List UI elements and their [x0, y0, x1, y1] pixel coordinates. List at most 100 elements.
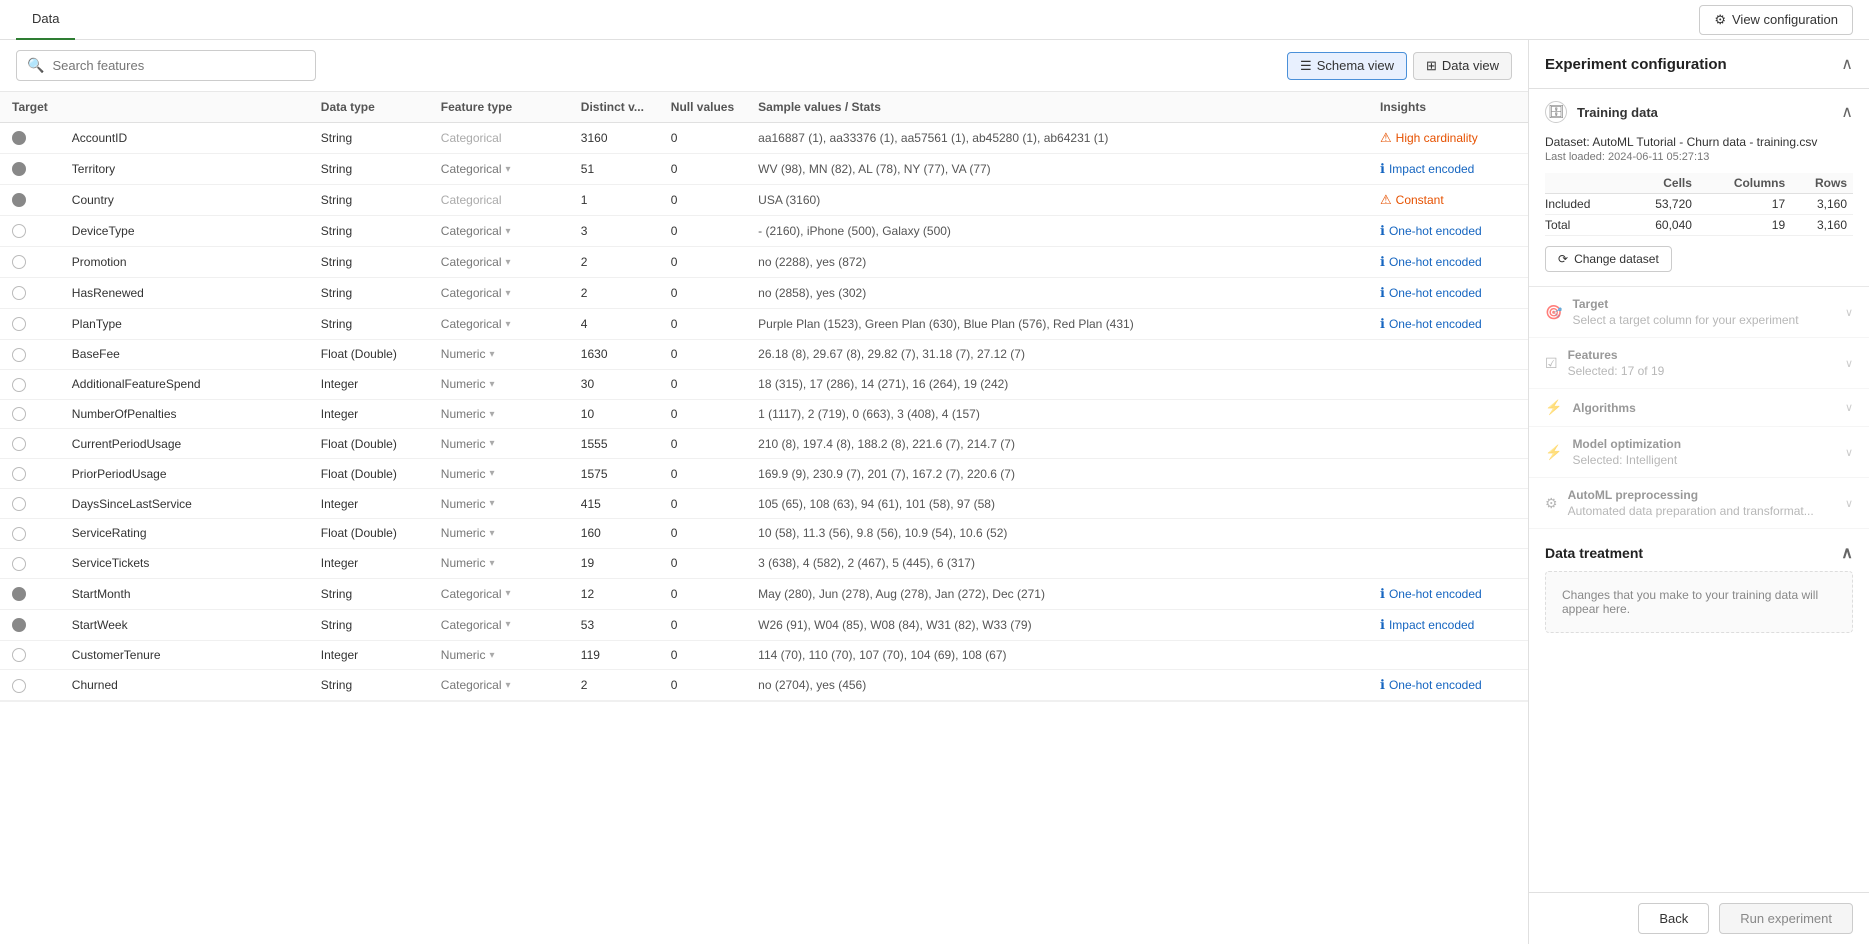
schema-view-button[interactable]: ☰ Schema view [1287, 52, 1407, 80]
target-radio[interactable] [12, 679, 26, 693]
run-experiment-button[interactable]: Run experiment [1719, 903, 1853, 934]
training-data-header[interactable]: 🗄 Training data ∧ [1529, 89, 1869, 135]
data-treatment-collapse-icon[interactable]: ∧ [1841, 543, 1853, 563]
row-target-cell[interactable] [0, 247, 60, 278]
row-ftype-cell[interactable]: Numeric ▾ [429, 489, 569, 519]
feature-type-dropdown[interactable]: Categorical ▾ [441, 286, 557, 300]
stats-cell: 19 [1698, 215, 1791, 236]
row-target-cell[interactable] [0, 459, 60, 489]
row-ftype-cell[interactable]: Numeric ▾ [429, 459, 569, 489]
target-radio[interactable] [12, 255, 26, 269]
collapse-icon[interactable]: ∧ [1841, 54, 1853, 74]
target-radio[interactable] [12, 317, 26, 331]
row-ftype-cell[interactable]: Categorical ▾ [429, 309, 569, 340]
row-distinct-cell: 119 [569, 640, 659, 670]
target-radio[interactable] [12, 618, 26, 632]
feature-type-dropdown[interactable]: Categorical ▾ [441, 678, 557, 692]
search-input-wrap[interactable]: 🔍 [16, 50, 316, 81]
row-ftype-cell[interactable]: Numeric ▾ [429, 340, 569, 370]
feature-type-dropdown[interactable]: Categorical ▾ [441, 224, 557, 238]
feature-type-dropdown[interactable]: Numeric ▾ [441, 526, 557, 540]
row-ftype-cell[interactable]: Numeric ▾ [429, 640, 569, 670]
row-target-cell[interactable] [0, 216, 60, 247]
row-ftype-cell[interactable]: Categorical ▾ [429, 278, 569, 309]
training-data-collapse-icon[interactable]: ∧ [1841, 102, 1853, 122]
row-target-cell[interactable] [0, 123, 60, 154]
feature-type-dropdown[interactable]: Numeric ▾ [441, 556, 557, 570]
dataset-name: Dataset: AutoML Tutorial - Churn data - … [1545, 135, 1853, 149]
target-radio[interactable] [12, 467, 26, 481]
feature-type-dropdown[interactable]: Numeric ▾ [441, 467, 557, 481]
insight-badge: ℹOne-hot encoded [1380, 223, 1482, 239]
automl-chevron-icon: ∨ [1845, 497, 1853, 510]
feature-type-dropdown[interactable]: Numeric ▾ [441, 648, 557, 662]
target-radio[interactable] [12, 193, 26, 207]
feature-type-dropdown[interactable]: Categorical ▾ [441, 317, 557, 331]
feature-type-dropdown[interactable]: Categorical ▾ [441, 618, 557, 632]
algorithms-config-item[interactable]: ⚡ Algorithms ∨ [1529, 389, 1869, 427]
feature-type-dropdown[interactable]: Categorical ▾ [441, 587, 557, 601]
target-radio[interactable] [12, 162, 26, 176]
row-target-cell[interactable] [0, 309, 60, 340]
target-radio[interactable] [12, 286, 26, 300]
search-bar: 🔍 ☰ Schema view ⊞ Data view [0, 40, 1528, 92]
row-ftype-cell[interactable]: Categorical ▾ [429, 670, 569, 701]
features-config-item[interactable]: ☑ Features Selected: 17 of 19 ∨ [1529, 338, 1869, 389]
row-target-cell[interactable] [0, 578, 60, 609]
row-target-cell[interactable] [0, 278, 60, 309]
target-radio[interactable] [12, 497, 26, 511]
feature-type-dropdown[interactable]: Numeric ▾ [441, 347, 557, 361]
target-radio[interactable] [12, 648, 26, 662]
row-target-cell[interactable] [0, 340, 60, 370]
row-ftype-cell[interactable]: Categorical ▾ [429, 247, 569, 278]
row-target-cell[interactable] [0, 670, 60, 701]
target-radio[interactable] [12, 437, 26, 451]
features-title: Features [1568, 348, 1665, 362]
feature-type-dropdown[interactable]: Numeric ▾ [441, 377, 557, 391]
row-target-cell[interactable] [0, 518, 60, 548]
horizontal-scrollbar[interactable] [0, 701, 1528, 709]
feature-type-dropdown[interactable]: Categorical ▾ [441, 162, 557, 176]
row-target-cell[interactable] [0, 429, 60, 459]
row-ftype-cell[interactable]: Categorical ▾ [429, 578, 569, 609]
row-target-cell[interactable] [0, 185, 60, 216]
row-ftype-cell[interactable]: Categorical ▾ [429, 154, 569, 185]
row-ftype-cell[interactable]: Numeric ▾ [429, 518, 569, 548]
back-button[interactable]: Back [1638, 903, 1709, 934]
row-ftype-cell[interactable]: Categorical ▾ [429, 216, 569, 247]
row-target-cell[interactable] [0, 154, 60, 185]
target-radio[interactable] [12, 348, 26, 362]
target-radio[interactable] [12, 587, 26, 601]
feature-type-dropdown[interactable]: Numeric ▾ [441, 407, 557, 421]
target-radio[interactable] [12, 557, 26, 571]
view-config-button[interactable]: ⚙ View configuration [1699, 5, 1853, 35]
target-radio[interactable] [12, 131, 26, 145]
target-radio[interactable] [12, 224, 26, 238]
row-target-cell[interactable] [0, 640, 60, 670]
row-ftype-cell[interactable]: Numeric ▾ [429, 548, 569, 578]
row-target-cell[interactable] [0, 399, 60, 429]
model-opt-config-item[interactable]: ⚡ Model optimization Selected: Intellige… [1529, 427, 1869, 478]
automl-config-item[interactable]: ⚙ AutoML preprocessing Automated data pr… [1529, 478, 1869, 529]
row-target-cell[interactable] [0, 548, 60, 578]
data-view-button[interactable]: ⊞ Data view [1413, 52, 1512, 80]
table-row: ServiceTicketsIntegerNumeric ▾1903 (638)… [0, 548, 1528, 578]
target-radio[interactable] [12, 378, 26, 392]
change-dataset-button[interactable]: ⟳ Change dataset [1545, 246, 1672, 272]
row-target-cell[interactable] [0, 609, 60, 640]
row-ftype-cell[interactable]: Categorical ▾ [429, 609, 569, 640]
feature-type-dropdown[interactable]: Numeric ▾ [441, 497, 557, 511]
target-radio[interactable] [12, 407, 26, 421]
target-radio[interactable] [12, 527, 26, 541]
row-ftype-cell[interactable]: Numeric ▾ [429, 369, 569, 399]
row-target-cell[interactable] [0, 489, 60, 519]
data-tab[interactable]: Data [16, 0, 75, 40]
target-config-item[interactable]: 🎯 Target Select a target column for your… [1529, 287, 1869, 338]
feature-type-dropdown[interactable]: Categorical ▾ [441, 255, 557, 269]
feature-type-dropdown[interactable]: Numeric ▾ [441, 437, 557, 451]
search-input[interactable] [52, 58, 305, 73]
row-target-cell[interactable] [0, 369, 60, 399]
row-ftype-cell[interactable]: Numeric ▾ [429, 399, 569, 429]
row-name-cell: CustomerTenure [60, 640, 309, 670]
row-ftype-cell[interactable]: Numeric ▾ [429, 429, 569, 459]
